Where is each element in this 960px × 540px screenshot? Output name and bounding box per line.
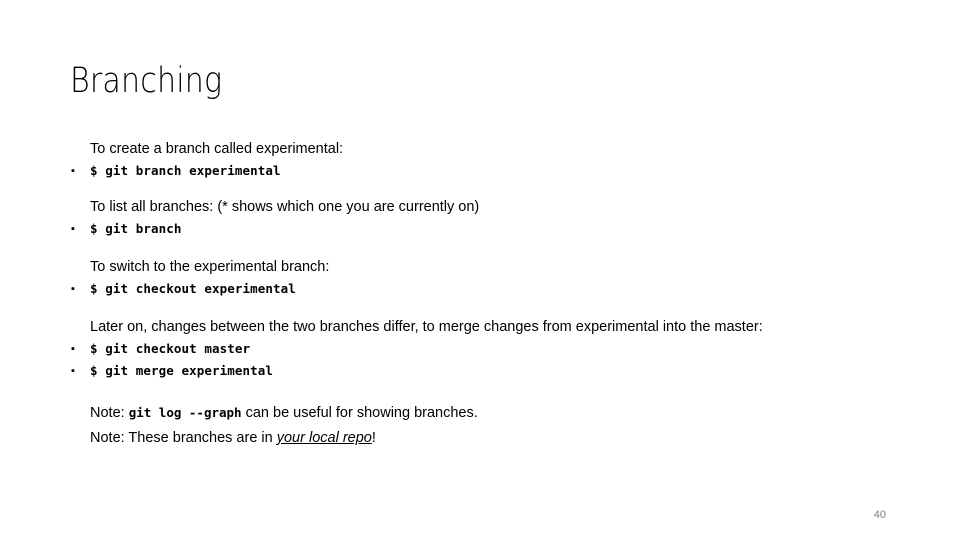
command-text: $ git branch experimental [90, 163, 281, 178]
slide-content: To create a branch called experimental: … [0, 138, 960, 382]
notes-section: Note: git log --graph can be useful for … [0, 400, 960, 451]
command-text: $ git branch [90, 221, 182, 236]
group-3-command-row-1: ▪ $ git checkout experimental [0, 278, 960, 300]
group-3-lead-text: To switch to the experimental branch: [90, 259, 330, 275]
group-4-lead-text: Later on, changes between the two branch… [90, 319, 763, 335]
note-2-suffix: ! [371, 430, 376, 446]
page-number: 40 [873, 509, 886, 521]
content-group-3: To switch to the experimental branch: ▪ … [0, 256, 960, 300]
page-title: Branching [70, 61, 223, 101]
note-1-command: git log --graph [128, 405, 242, 420]
note-line-2: Note: These branches are in your local r… [0, 426, 960, 451]
group-4-command-row-2: ▪ $ git merge experimental [0, 360, 960, 382]
content-group-2: To list all branches: (* shows which one… [0, 196, 960, 240]
bullet-icon: ▪ [71, 343, 75, 355]
slide: Branching To create a branch called expe… [0, 0, 960, 540]
content-group-1: To create a branch called experimental: … [0, 138, 960, 182]
group-2-command-row-1: ▪ $ git branch [0, 218, 960, 240]
group-2-lead-text: To list all branches: (* shows which one… [90, 199, 480, 215]
note-2-emphasis: your local repo [276, 430, 372, 446]
command-text: $ git merge experimental [90, 363, 274, 378]
command-text: $ git checkout master [90, 341, 251, 356]
group-1-lead-text: To create a branch called experimental: [90, 141, 344, 157]
note-1-suffix: can be useful for showing branches. [241, 405, 478, 421]
command-text: $ git checkout experimental [90, 281, 296, 296]
note-1-prefix: Note: [90, 405, 129, 421]
bullet-icon: ▪ [71, 223, 75, 235]
content-group-4: Later on, changes between the two branch… [0, 316, 960, 382]
group-4-command-row-1: ▪ $ git checkout master [0, 338, 960, 360]
note-2-prefix: Note: These branches are in [90, 430, 277, 446]
group-1-command-row-1: ▪ $ git branch experimental [0, 160, 960, 182]
bullet-icon: ▪ [71, 283, 75, 295]
bullet-icon: ▪ [71, 365, 75, 377]
note-line-1: Note: git log --graph can be useful for … [0, 400, 960, 426]
bullet-icon: ▪ [71, 165, 75, 177]
